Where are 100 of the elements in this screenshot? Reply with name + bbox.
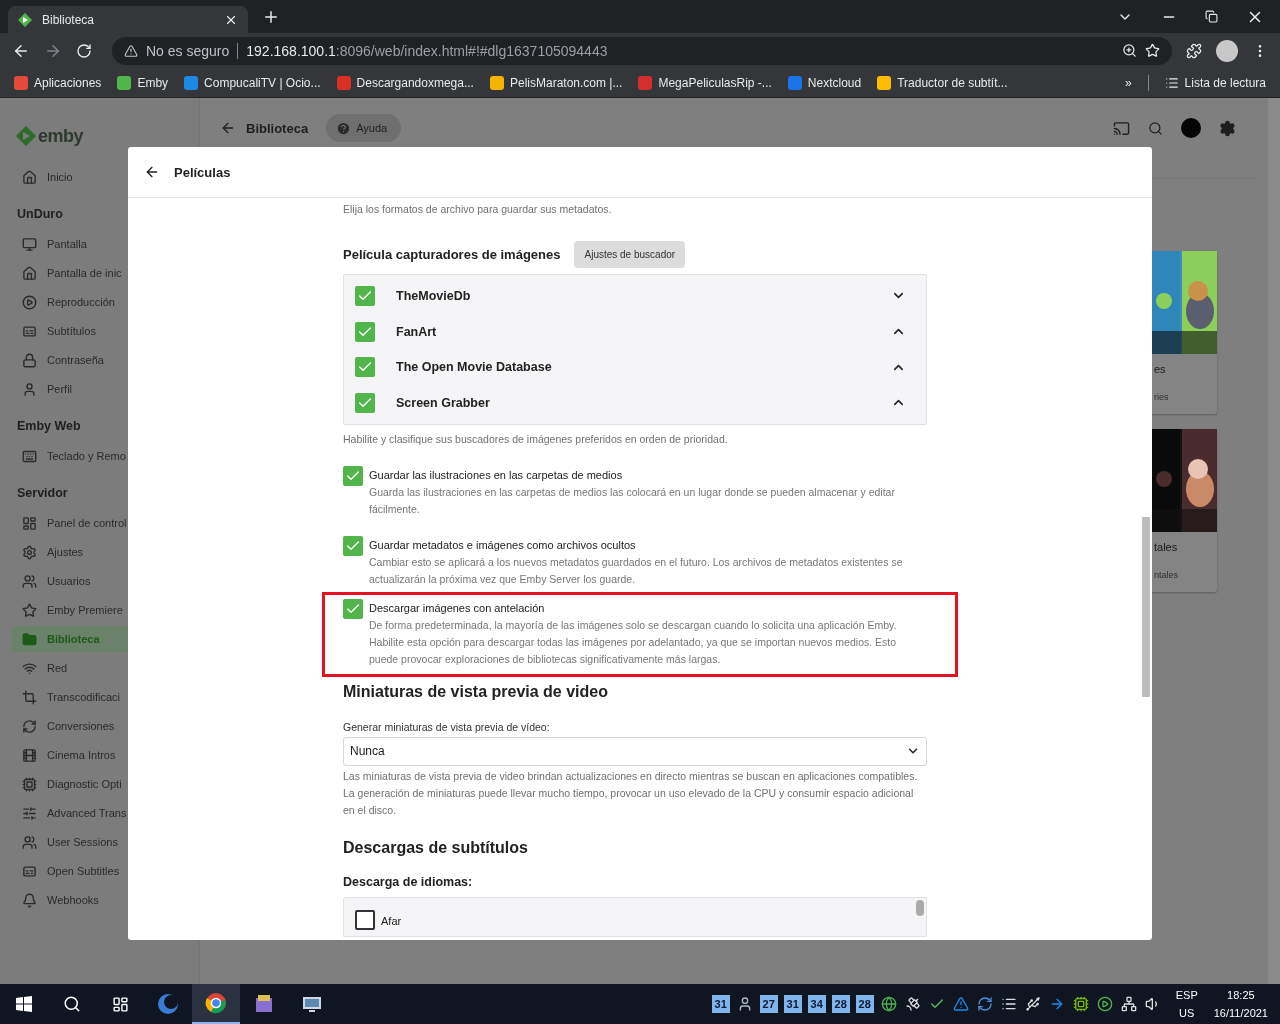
tray-icon[interactable] [1119,995,1138,1013]
sidebar-item[interactable]: Ajustes [12,539,199,565]
sidebar-item-icon [22,660,37,676]
fetcher-name: Screen Grabber [396,395,491,410]
input-language[interactable]: ESP [1175,989,1198,1001]
option-description: Guarda las ilustraciones en las carpetas de medios las colocará en un lugar donde se pueden almacenar y editar fácilmente. [369,484,896,517]
thumbnail-hint: Las miniaturas de vista previa de video brindan actualizaciones en directo mientras se buscan en aplicaciones compatibles. La generación de miniaturas puede llevar mucho tiempo, provocar un uso elevado de la CPU y consumir espacio adicional en el disco. [343,768,919,818]
bookmark[interactable]: Traductor de subtít... [877,75,1008,90]
card-subtitle: ries [1153,392,1170,402]
sidebar-item[interactable]: Pantalla [12,231,199,257]
sidebar-item[interactable]: Conversiones [12,713,199,739]
sidebar-item[interactable]: User Sessions [12,829,199,855]
fetcher-settings-button[interactable]: Ajustes de buscador [574,241,686,268]
calendar-tray-icon[interactable]: 31 [711,995,730,1013]
library-card[interactable]: es ries [1150,251,1217,414]
sidebar-item[interactable]: Perfil [12,376,199,402]
checkbox[interactable] [355,321,375,342]
sidebar-item[interactable]: Advanced Trans [12,800,199,826]
emby-icon [18,12,32,27]
logo-icon [16,126,36,146]
section-title: Descargas de subtítulos [343,838,529,857]
checkbox[interactable] [343,535,363,556]
scrollbar-track[interactable] [1268,98,1280,984]
sidebar-item[interactable]: Subtítulos [12,318,199,344]
clock-time[interactable]: 18:25 [1227,989,1255,1001]
bookmark[interactable]: Descargandoxmega... [336,75,474,90]
restore-icon[interactable] [1205,10,1218,23]
browser-app-icon[interactable] [192,984,240,1024]
sidebar-item[interactable]: Open Subtitles [12,858,199,884]
reading-list[interactable]: Lista de lectura [1164,75,1266,90]
help-icon [336,120,352,136]
tray-icon[interactable] [903,995,922,1013]
scrollbar-thumb[interactable] [916,899,924,916]
checkbox[interactable] [355,285,375,306]
bookmark[interactable]: Emby [117,75,169,90]
calendar-tray-icon[interactable]: 28 [831,995,850,1013]
profile-avatar[interactable] [1216,39,1238,62]
tray-icon[interactable] [975,995,994,1013]
sidebar-item[interactable]: Teclado y Remo [12,443,199,469]
keyboard-layout[interactable]: US [1179,1007,1195,1019]
checkbox[interactable] [343,598,363,619]
sidebar-item[interactable]: Transcodificaci [12,684,199,710]
sidebar-item[interactable]: Emby Premiere [12,597,199,623]
user-avatar[interactable] [1181,118,1201,138]
tray-icon[interactable] [1023,995,1042,1013]
scrollbar-thumb[interactable] [1142,517,1150,697]
back-icon[interactable] [144,164,160,180]
sidebar-item[interactable]: Red [12,655,199,681]
option-description: De forma predeterminada, la mayoría de las imágenes solo se descargan cuando lo solicita una aplicación Emby. Habilite esta opción para descargar todas las imágenes por adelantado, ya que se importan nuevos medios. Esto puede provocar exploraciones de bibliotecas significativamente más largas. [369,617,898,667]
sidebar-item-icon [22,265,37,281]
sidebar-item-icon [22,892,37,908]
browser-tab[interactable]: Biblioteca [8,6,248,33]
tray-icon[interactable] [879,995,898,1013]
sidebar-item-icon [22,515,37,531]
sidebar-item[interactable]: Webhooks [12,887,199,913]
cast-icon[interactable] [1113,119,1130,137]
settings-icon[interactable] [1219,119,1236,137]
bookmark[interactable]: Nextcloud [787,75,862,90]
calendar-tray-icon[interactable]: 28 [855,995,874,1013]
select-field[interactable]: Nunca [343,736,927,766]
extensions-icon[interactable] [1186,42,1202,59]
sidebar-item-icon [22,169,37,185]
sidebar-item[interactable]: Panel de control [12,510,199,536]
bookmark[interactable]: CompucaliTV | Ocio... [184,75,321,90]
language-label: Afar [381,913,402,928]
checkbox[interactable] [355,392,375,413]
tab-title: Biblioteca [42,12,96,27]
sidebar-item-icon [22,236,37,252]
checkbox[interactable] [343,465,363,486]
sidebar-item[interactable]: Pantalla de inic [12,260,199,286]
bookmark[interactable]: Aplicaciones [14,75,102,90]
sidebar-item[interactable]: Diagnostic Opti [12,771,199,797]
tray-icon[interactable] [1095,995,1114,1013]
sidebar-item[interactable]: Reproducción [12,289,199,315]
bookmarks-overflow[interactable]: » [1124,75,1132,90]
clock-date[interactable]: 16/11/2021 [1213,1007,1268,1019]
address-bar[interactable]: No es seguro 192.168.100.1:8096/web/index.html#!#dlg1637105094443 [112,36,1172,65]
sidebar-heading: Servidor [16,484,69,502]
sidebar-item-icon [22,776,37,792]
sidebar-item[interactable]: Usuarios [12,568,199,594]
calendar-tray-icon[interactable]: 31 [783,995,802,1013]
tray-icon[interactable] [1071,995,1090,1013]
checkbox[interactable] [355,357,375,378]
sidebar-item[interactable]: Contraseña [12,347,199,373]
help-button[interactable]: Ayuda [326,114,402,142]
calendar-tray-icon[interactable]: 27 [759,995,778,1013]
section-title: Película capturadores de imágenes [343,247,561,262]
zoom-icon[interactable] [1122,43,1137,58]
bookmark[interactable]: MegaPeliculasRip -... [638,75,772,90]
sidebar-item[interactable]: Cinema Intros [12,742,199,768]
checkbox[interactable] [355,909,375,930]
fetcher-hint: Habilite y clasifique sus buscadores de imágenes preferidos en orden de prioridad. [343,431,729,447]
calendar-tray-icon[interactable]: 34 [807,995,826,1013]
reload-icon[interactable] [76,42,92,59]
bookmark[interactable]: PelisMaraton.com |... [489,75,623,90]
star-icon[interactable] [1145,43,1160,58]
option-label: Guardar las ilustraciones en las carpetas de medios [369,467,624,483]
library-card[interactable]: tales ntales [1150,429,1217,592]
sidebar-item-icon [22,573,37,589]
sidebar-item-icon [22,544,37,560]
